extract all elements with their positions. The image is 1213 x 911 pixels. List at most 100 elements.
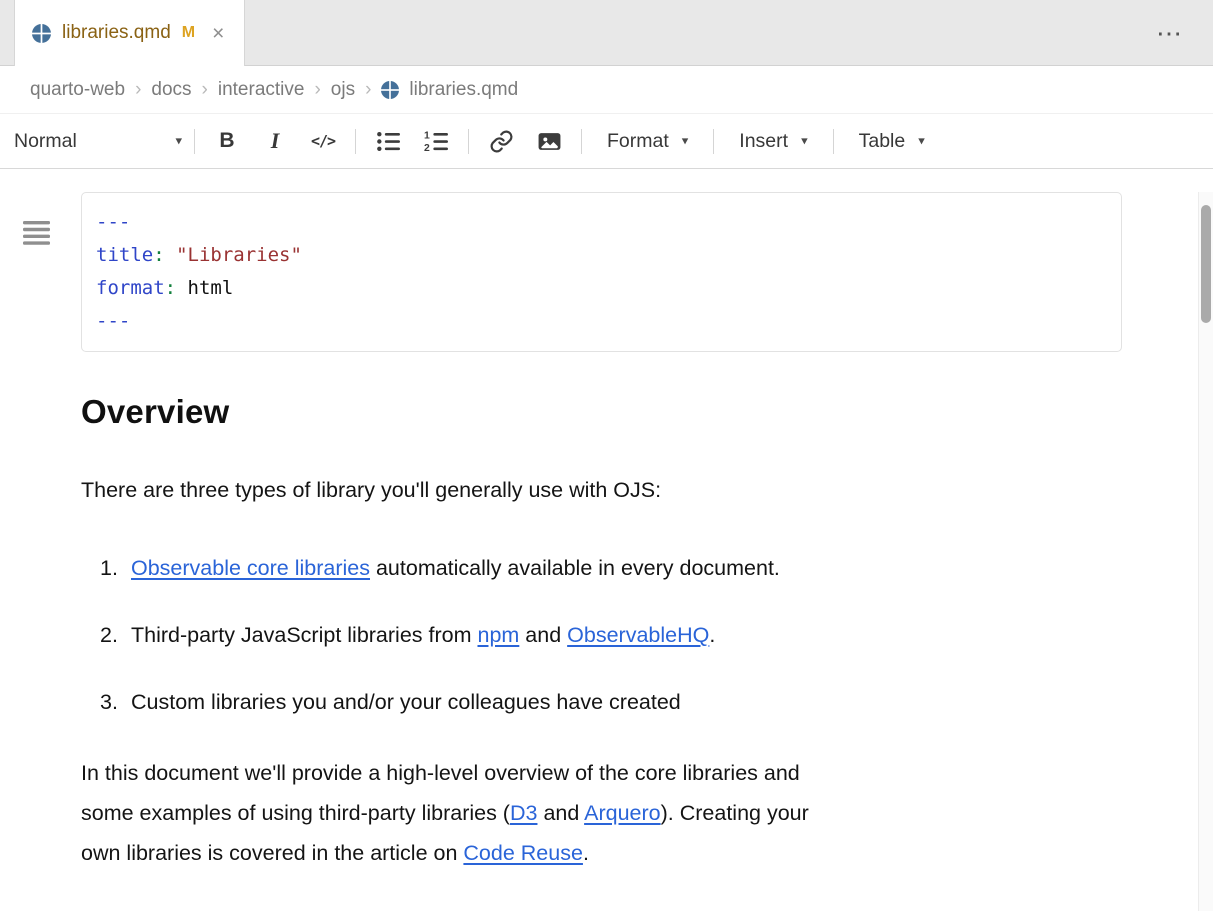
list-item-segment: . — [709, 623, 715, 647]
paragraph-style-label: Normal — [14, 130, 77, 153]
yaml-format-line: format:html — [96, 272, 1107, 305]
toolbar-divider — [713, 129, 714, 154]
tab-strip: libraries.qmd M × ⋯ — [0, 0, 1213, 66]
image-icon — [537, 129, 562, 154]
paragraph-segment: . — [583, 841, 589, 865]
svg-text:2: 2 — [424, 142, 430, 153]
chevron-down-icon: ▾ — [801, 134, 808, 149]
yaml-key: format — [96, 277, 165, 299]
more-options-button[interactable]: ⋯ — [1156, 20, 1183, 46]
ordered-list: 1. Observable core libraries automatical… — [81, 548, 1213, 722]
editor-tab[interactable]: libraries.qmd M × — [14, 0, 245, 66]
breadcrumb-separator: › — [135, 79, 141, 101]
toolbar-divider — [833, 129, 834, 154]
bold-icon: B — [219, 129, 234, 153]
breadcrumb-item-docs[interactable]: docs — [151, 79, 191, 101]
toolbar-divider — [468, 129, 469, 154]
tab-title: libraries.qmd — [62, 22, 171, 44]
yaml-fence-line: --- — [96, 305, 1107, 338]
code-icon: </> — [311, 132, 335, 150]
list-item-text: Custom libraries you and/or your colleag… — [131, 682, 681, 722]
insert-menu-label: Insert — [739, 130, 788, 153]
yaml-fence: --- — [96, 211, 130, 233]
list-item-segment: automatically available in every documen… — [370, 556, 780, 580]
yaml-colon: : — [153, 244, 164, 266]
yaml-key: title — [96, 244, 153, 266]
link-observable-core-libraries[interactable]: Observable core libraries — [131, 556, 370, 580]
yaml-title-line: title:"Libraries" — [96, 239, 1107, 272]
paragraph-style-dropdown[interactable]: Normal ▾ — [14, 130, 186, 153]
block-drag-handle[interactable] — [23, 221, 50, 245]
bold-button[interactable]: B — [203, 121, 251, 161]
list-marker: 1. — [100, 548, 131, 588]
breadcrumb-current-label: libraries.qmd — [409, 79, 518, 101]
breadcrumb-separator: › — [314, 79, 320, 101]
paragraph-line: own libraries is covered in the article … — [81, 833, 1091, 873]
paragraph-line: In this document we'll provide a high-le… — [81, 753, 1091, 793]
close-tab-icon[interactable]: × — [212, 23, 224, 44]
list-marker: 2. — [100, 615, 131, 655]
breadcrumb-item-interactive[interactable]: interactive — [218, 79, 305, 101]
yaml-string-value: "Libraries" — [165, 244, 302, 266]
bullet-list-icon — [376, 129, 401, 154]
heading-overview[interactable]: Overview — [81, 392, 1213, 432]
link-arquero[interactable]: Arquero — [584, 801, 661, 825]
git-status-badge: M — [182, 24, 195, 42]
chevron-down-icon: ▾ — [918, 134, 925, 149]
list-item-text: Observable core libraries automatically … — [131, 548, 780, 588]
bullet-list-button[interactable] — [364, 121, 412, 161]
table-menu[interactable]: Table▾ — [842, 130, 942, 153]
paragraph-segment: In this document we'll provide a high-le… — [81, 761, 800, 785]
italic-icon: I — [271, 128, 280, 154]
list-item-segment: Third-party JavaScript libraries from — [131, 623, 477, 647]
paragraph-line: some examples of using third-party libra… — [81, 793, 1091, 833]
quarto-icon — [381, 81, 399, 99]
list-item-segment: and — [519, 623, 567, 647]
list-item[interactable]: 3. Custom libraries you and/or your coll… — [81, 682, 1213, 722]
quarto-icon — [32, 24, 51, 43]
link-d3[interactable]: D3 — [510, 801, 537, 825]
paragraph-segment: ). Creating your — [661, 801, 809, 825]
list-item[interactable]: 2. Third-party JavaScript libraries from… — [81, 615, 1213, 655]
list-item[interactable]: 1. Observable core libraries automatical… — [81, 548, 1213, 588]
breadcrumb-separator: › — [202, 79, 208, 101]
link-icon — [489, 129, 514, 154]
format-menu[interactable]: Format▾ — [590, 130, 705, 153]
intro-paragraph[interactable]: There are three types of library you'll … — [81, 470, 1091, 510]
paragraph-segment: some examples of using third-party libra… — [81, 801, 510, 825]
link-observablehq[interactable]: ObservableHQ — [567, 623, 709, 647]
code-button[interactable]: </> — [299, 121, 347, 161]
toolbar-divider — [355, 129, 356, 154]
yaml-colon: : — [165, 277, 176, 299]
editor-canvas[interactable]: --- title:"Libraries" format:html --- Ov… — [0, 192, 1213, 911]
numbered-list-button[interactable]: 12 — [412, 121, 460, 161]
link-code-reuse[interactable]: Code Reuse — [463, 841, 583, 865]
closing-paragraph[interactable]: In this document we'll provide a high-le… — [81, 753, 1091, 873]
list-item-segment: Custom libraries you and/or your colleag… — [131, 690, 681, 714]
breadcrumb-item-current[interactable]: libraries.qmd — [381, 79, 518, 101]
insert-menu[interactable]: Insert ▾ — [722, 130, 824, 153]
yaml-fence-line: --- — [96, 206, 1107, 239]
breadcrumb-item-ojs[interactable]: ojs — [331, 79, 355, 101]
list-item-text: Third-party JavaScript libraries from np… — [131, 615, 715, 655]
breadcrumb: quarto-web › docs › interactive › ojs › … — [0, 66, 1213, 114]
scrollbar-thumb[interactable] — [1201, 205, 1211, 323]
formatting-toolbar: Normal ▾ B I </> 12 Format▾ Insert ▾ Table… — [0, 114, 1213, 169]
vertical-scrollbar[interactable] — [1198, 192, 1213, 911]
breadcrumb-separator: › — [365, 79, 371, 101]
italic-button[interactable]: I — [251, 121, 299, 161]
chevron-down-icon: ▾ — [175, 134, 182, 149]
tab-strip-fill: ⋯ — [245, 0, 1213, 66]
list-marker: 3. — [100, 682, 131, 722]
breadcrumb-item-quarto-web[interactable]: quarto-web — [30, 79, 125, 101]
yaml-fence: --- — [96, 310, 130, 332]
numbered-list-icon: 12 — [424, 129, 449, 154]
yaml-value: html — [176, 277, 233, 299]
image-button[interactable] — [525, 121, 573, 161]
link-npm[interactable]: npm — [477, 623, 519, 647]
toolbar-divider — [581, 129, 582, 154]
paragraph-segment: and — [537, 801, 584, 825]
link-button[interactable] — [477, 121, 525, 161]
svg-text:1: 1 — [424, 130, 430, 141]
yaml-metadata-block[interactable]: --- title:"Libraries" format:html --- — [81, 192, 1122, 352]
